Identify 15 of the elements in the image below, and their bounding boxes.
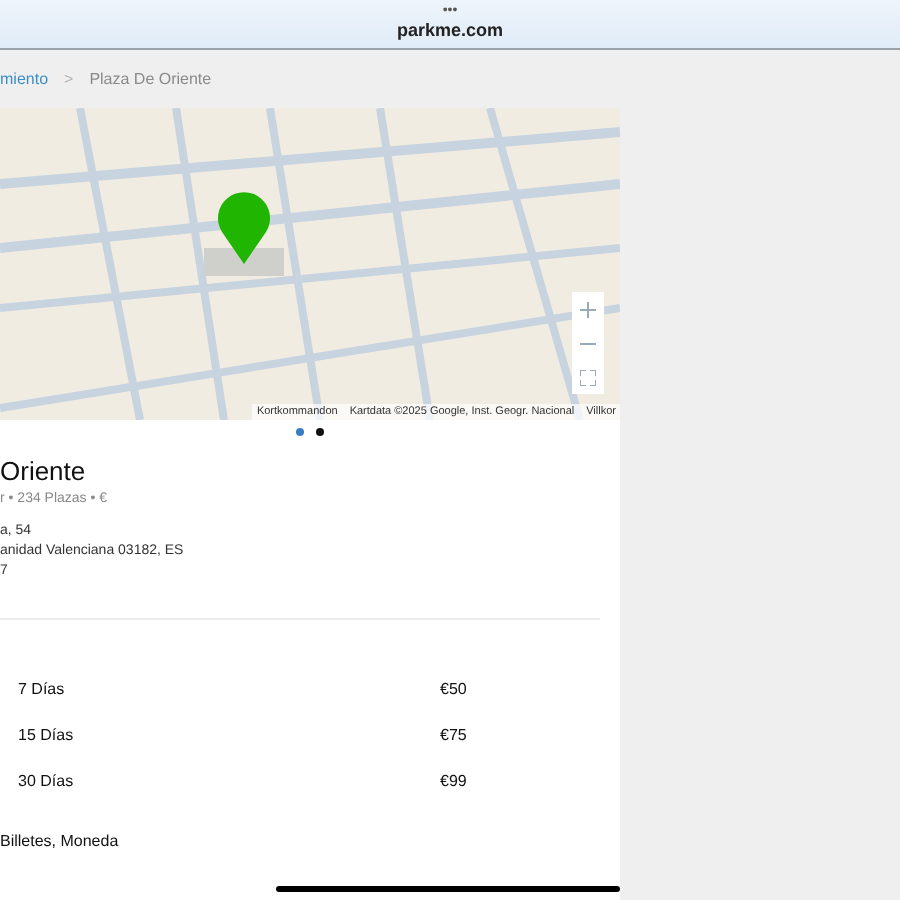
url-text[interactable]: parkme.com: [396, 17, 504, 45]
payment-methods: Billetes, Moneda: [0, 829, 121, 853]
price-period: 30 Días: [18, 769, 76, 793]
minus-icon: [580, 341, 596, 345]
price-amount: €50: [440, 677, 467, 701]
price-period: 7 Días: [18, 677, 67, 701]
breadcrumb-separator: >: [64, 67, 74, 91]
price-amount: €99: [440, 769, 467, 793]
breadcrumb-current: Plaza De Oriente: [89, 67, 212, 91]
parking-title: Oriente: [0, 456, 88, 488]
map-pin-icon: [216, 192, 272, 264]
price-amount: €75: [440, 723, 467, 747]
fullscreen-icon: [580, 369, 596, 385]
plus-icon: [580, 301, 596, 317]
price-period: 15 Días: [18, 723, 76, 747]
